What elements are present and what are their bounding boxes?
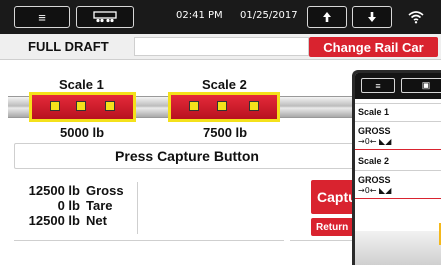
up-button[interactable]: [307, 6, 347, 28]
total-row-gross: 12500 lb Gross: [22, 183, 124, 198]
truck-marker: [76, 101, 86, 111]
instruction-message: Press Capture Button: [14, 143, 360, 169]
railcar-icon: [93, 11, 117, 23]
return-button[interactable]: Return: [311, 218, 355, 236]
scale-1-label: Scale 1: [59, 77, 104, 92]
overlay-divider: [355, 170, 441, 171]
scale-2-railcar[interactable]: [168, 92, 280, 122]
overlay-accent-line: [355, 198, 441, 199]
page-title: FULL DRAFT: [28, 39, 109, 54]
overlay-divider: [355, 121, 441, 122]
title-row: FULL DRAFT Change Rail Car: [0, 34, 441, 60]
truck-marker: [105, 101, 115, 111]
tare-label: Tare: [86, 198, 113, 213]
overlay-accent-line: [355, 149, 441, 150]
bottom-divider-left: [14, 240, 284, 241]
overlay-railcar-button[interactable]: ▣: [401, 78, 441, 93]
tare-value: 0 lb: [57, 198, 80, 213]
wifi-icon: [408, 11, 424, 24]
overlay-scale-1-symbols: →0← ◣◢: [358, 137, 392, 146]
net-value: 12500 lb: [28, 213, 80, 228]
menu-button[interactable]: ≡: [14, 6, 70, 28]
arrow-down-icon: [368, 12, 376, 22]
overlay-menu-button[interactable]: ≡: [361, 78, 395, 93]
railcar-icon: ▣: [421, 80, 431, 90]
totals-panel: 12500 lb Gross 0 lb Tare 12500 lb Net: [22, 183, 124, 228]
bottom-divider-right: [290, 240, 352, 241]
railcar-button[interactable]: [76, 6, 134, 28]
truck-marker: [189, 101, 199, 111]
change-rail-car-button[interactable]: Change Rail Car: [309, 37, 438, 57]
overlay-scale-1-mode: GROSS: [358, 126, 391, 136]
scale-2-label: Scale 2: [202, 77, 247, 92]
scale-2-weight: 7500 lb: [203, 125, 248, 140]
net-label: Net: [86, 213, 107, 228]
clock-time: 02:41 PM: [176, 10, 223, 21]
overlay-divider: [355, 103, 441, 104]
overlay-status-bar: ≡ ▣: [355, 73, 441, 99]
overlay-bottom-panel: [355, 231, 441, 265]
arrow-up-icon: [323, 12, 331, 22]
scale-1-railcar[interactable]: [29, 92, 136, 122]
gross-value: 12500 lb: [28, 183, 80, 198]
truck-marker: [249, 101, 259, 111]
status-bar: ≡ 02:41 PM 01/25/2017: [0, 0, 441, 34]
total-row-net: 12500 lb Net: [22, 213, 124, 228]
overlay-scale-2-mode: GROSS: [358, 175, 391, 185]
totals-divider: [137, 182, 138, 234]
truck-marker: [217, 101, 227, 111]
overlay-scale-1-label: Scale 1: [358, 107, 390, 117]
remote-display-overlay: ≡ ▣ Scale 1 GROSS →0← ◣◢ Scale 2 GROSS →…: [352, 70, 441, 265]
gross-label: Gross: [86, 183, 124, 198]
down-button[interactable]: [352, 6, 392, 28]
menu-icon: ≡: [38, 9, 46, 25]
total-row-tare: 0 lb Tare: [22, 198, 124, 213]
scale-1-weight: 5000 lb: [60, 125, 105, 140]
overlay-scale-2-label: Scale 2: [358, 156, 390, 166]
overlay-scale-2-symbols: →0← ◣◢: [358, 186, 392, 195]
truck-marker: [50, 101, 60, 111]
clock-date: 01/25/2017: [240, 10, 298, 21]
rail-car-field[interactable]: [134, 37, 309, 56]
menu-icon: ≡: [375, 80, 381, 91]
